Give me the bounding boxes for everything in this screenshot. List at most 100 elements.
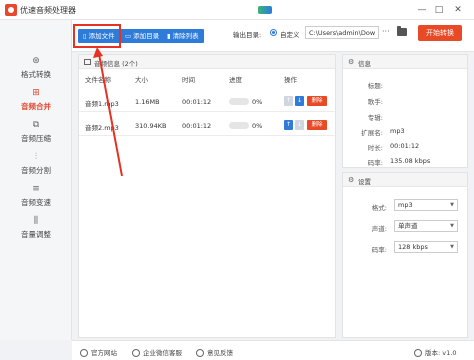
app-title: 优速音频处理器	[20, 6, 76, 15]
settings-label-channel: 声道:	[371, 225, 387, 233]
audio-compress-icon: ⧉	[32, 120, 40, 130]
settings-header: ⚙ 设置	[343, 173, 467, 187]
sidebar-item-audio-merge[interactable]: ⊞ 音频合并	[0, 88, 72, 118]
sidebar-item-audio-compress[interactable]: ⧉ 音频压缩	[0, 120, 72, 150]
chevron-down-icon: ▼	[450, 223, 454, 229]
info-panel: ⚙ 信息 标题: 歌手: 专辑: 扩展名: mp3 时长: 00:01:12 码…	[342, 54, 468, 168]
output-dir-label: 输出目录:	[233, 31, 262, 39]
maximize-button[interactable]: □	[432, 3, 446, 17]
col-name: 文件名称	[85, 76, 111, 84]
clear-list-label: 清除列表	[172, 32, 199, 40]
file-size: 1.16MB	[135, 98, 160, 106]
open-folder-icon[interactable]	[397, 26, 407, 36]
feedback-link[interactable]: 意见反馈	[196, 347, 233, 357]
trash-icon: ▮	[167, 32, 171, 40]
channel-select[interactable]: 单声道 ▼	[394, 220, 458, 232]
sidebar-item-label: 音频变速	[21, 198, 51, 207]
col-size: 大小	[135, 76, 148, 84]
headset-icon	[132, 349, 140, 357]
sidebar-item-volume-adjust[interactable]: ⫼ 音量调整	[0, 216, 72, 246]
sidebar-item-label: 音量调整	[21, 230, 51, 239]
highlight-box	[73, 24, 121, 48]
file-time: 00:01:12	[182, 98, 212, 106]
table-header: 文件名称 大小 时间 进度 操作	[79, 69, 335, 85]
add-folder-label: 添加目录	[133, 32, 160, 40]
audio-speed-icon: ≡	[32, 184, 40, 194]
col-time: 时间	[182, 76, 195, 84]
format-select[interactable]: mp3 ▼	[394, 199, 458, 211]
start-convert-button[interactable]: 开始转换	[418, 25, 462, 41]
settings-label-format: 格式:	[371, 204, 387, 212]
wechat-service-link[interactable]: 企业微信客服	[132, 347, 182, 357]
wechat-label: 企业微信客服	[143, 349, 182, 357]
custom-dir-radio[interactable]	[270, 29, 277, 36]
file-list-header: 音频信息 (2个)	[79, 55, 335, 69]
delete-button[interactable]: 删除	[307, 120, 327, 130]
move-down-button[interactable]: ↓	[295, 120, 304, 130]
delete-button[interactable]: 删除	[307, 96, 327, 106]
info-icon: ⚙	[348, 58, 355, 66]
settings-label-bitrate: 码率:	[371, 246, 387, 254]
minimize-button[interactable]: —	[415, 3, 429, 17]
info-label-artist: 歌手:	[367, 98, 383, 106]
info-value-duration: 00:01:12	[390, 142, 420, 150]
chevron-down-icon: ▼	[450, 244, 454, 250]
version-info: 版本: v1.0	[414, 347, 456, 357]
bitrate-select[interactable]: 128 kbps ▼	[394, 241, 458, 253]
sidebar-item-label: 音频压缩	[21, 134, 51, 143]
sidebar-item-label: 格式转换	[21, 70, 51, 79]
version-value: v1.0	[442, 349, 457, 357]
bitrate-select-value: 128 kbps	[398, 243, 428, 251]
volume-adjust-icon: ⫼	[33, 216, 39, 226]
info-header: ⚙ 信息	[343, 55, 467, 69]
clear-list-button[interactable]: ▮ 清除列表	[162, 29, 204, 43]
channel-select-value: 单声道	[398, 222, 418, 230]
info-circle-icon	[414, 349, 422, 357]
add-folder-button[interactable]: ▭ 添加目录	[120, 29, 165, 43]
close-button[interactable]: ✕	[451, 3, 465, 17]
sidebar-item-label: 音频合并	[21, 102, 51, 111]
output-path-input[interactable]	[305, 26, 379, 39]
progress-bar	[229, 122, 249, 129]
file-list-title: 音频信息 (2个)	[94, 60, 138, 68]
info-label-album: 专辑:	[367, 114, 383, 122]
custom-dir-radio-label: 自定义	[280, 31, 300, 39]
folder-icon: ▭	[125, 32, 132, 40]
move-up-button[interactable]: ↑	[284, 96, 293, 106]
sidebar-item-format-convert[interactable]: ⊛ 格式转换	[0, 56, 72, 86]
sidebar-item-audio-speed[interactable]: ≡ 音频变速	[0, 184, 72, 214]
file-size: 310.94KB	[135, 122, 167, 130]
browse-button[interactable]: ···	[382, 27, 390, 36]
app-logo-icon	[5, 4, 17, 16]
footer-bar: 官方网站 企业微信客服 意见反馈 版本: v1.0	[72, 340, 474, 360]
settings-title: 设置	[358, 178, 371, 186]
globe-icon	[80, 349, 88, 357]
file-time: 00:01:12	[182, 122, 212, 130]
feedback-label: 意见反馈	[207, 349, 233, 357]
move-down-button[interactable]: ↓	[295, 96, 304, 106]
col-progress: 进度	[229, 76, 242, 84]
version-label: 版本:	[425, 349, 441, 357]
file-name: 音频1.mp3	[85, 100, 119, 108]
feedback-icon	[196, 349, 204, 357]
info-value-bitrate: 135.08 kbps	[390, 157, 431, 165]
info-value-extension: mp3	[390, 127, 405, 135]
sidebar: ⊛ 格式转换 ⊞ 音频合并 ⧉ 音频压缩 ⫶ 音频分割 ≡ 音频变速 ⫼ 音量调…	[0, 20, 72, 340]
format-select-value: mp3	[398, 201, 413, 209]
info-label-title: 标题:	[367, 82, 383, 90]
settings-panel: ⚙ 设置 格式: mp3 ▼ 声道: 单声道 ▼ 码率: 128 kbps ▼	[342, 172, 468, 338]
format-convert-icon: ⊛	[32, 56, 40, 66]
table-row[interactable]: 音频1.mp3 1.16MB 00:01:12 0% ↑ ↓ 删除	[79, 90, 335, 112]
move-up-button[interactable]: ↑	[284, 120, 293, 130]
audio-merge-icon: ⊞	[32, 88, 40, 98]
info-label-extension: 扩展名:	[361, 129, 383, 137]
list-icon	[84, 59, 91, 65]
sidebar-item-label: 音频分割	[21, 166, 51, 175]
website-label: 官方网站	[91, 349, 117, 357]
settings-gear-icon: ⚙	[348, 176, 355, 184]
info-title: 信息	[358, 60, 371, 68]
table-row[interactable]: 音频2.mp3 310.94KB 00:01:12 0% ↑ ↓ 删除	[79, 114, 335, 136]
website-link[interactable]: 官方网站	[80, 347, 117, 357]
sidebar-item-audio-split[interactable]: ⫶ 音频分割	[0, 152, 72, 182]
info-label-bitrate: 码率:	[367, 159, 383, 167]
